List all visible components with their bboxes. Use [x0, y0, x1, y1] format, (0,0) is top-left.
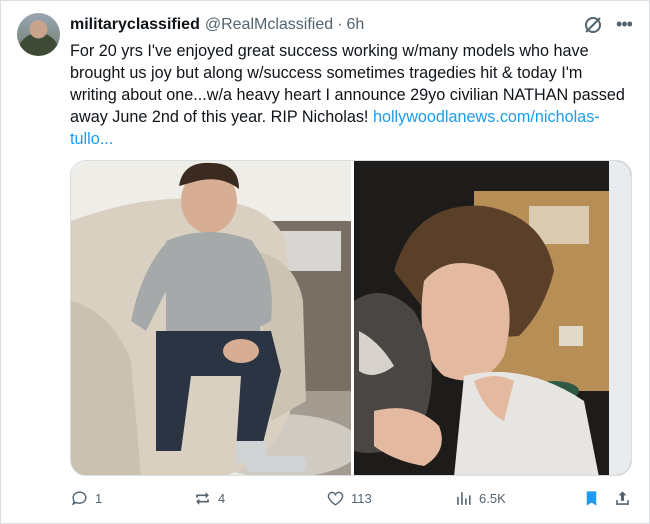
photo-young-man-kissing-cat[interactable]	[354, 161, 631, 475]
analytics-icon	[457, 492, 471, 505]
separator-dot: ·	[337, 16, 343, 33]
grok-icon[interactable]	[583, 15, 603, 35]
views-button[interactable]: 6.5K	[454, 489, 506, 508]
tweet-text: For 20 yrs I've enjoyed great success wo…	[70, 40, 632, 150]
heart-icon	[327, 491, 344, 506]
share-icon	[616, 491, 629, 505]
repost-button[interactable]: 4	[193, 489, 225, 508]
reply-count: 1	[95, 491, 103, 506]
repost-icon	[196, 492, 209, 505]
photo-young-man-seated-in-armchair[interactable]	[71, 161, 351, 475]
display-name[interactable]: militaryclassified	[70, 16, 200, 34]
reply-icon	[71, 491, 87, 506]
timestamp[interactable]: 6h	[346, 16, 364, 34]
more-options-icon[interactable]: •••	[614, 15, 634, 35]
reply-button[interactable]: 1	[70, 489, 102, 508]
bookmark-icon	[586, 491, 597, 506]
action-bar: 1 4 113 6.5K	[70, 489, 632, 513]
tweet-card[interactable]: militaryclassified @RealMclassified · 6h…	[0, 0, 650, 524]
avatar[interactable]	[17, 13, 60, 56]
media-grid	[70, 160, 632, 476]
like-button[interactable]: 113	[326, 489, 372, 508]
like-count: 113	[351, 491, 372, 506]
view-count: 6.5K	[479, 491, 506, 506]
user-handle[interactable]: @RealMclassified	[205, 16, 333, 34]
tweet-header: militaryclassified @RealMclassified · 6h	[70, 15, 364, 35]
repost-count: 4	[218, 491, 226, 506]
bookmark-button[interactable]	[582, 489, 601, 508]
share-button[interactable]	[613, 489, 632, 508]
